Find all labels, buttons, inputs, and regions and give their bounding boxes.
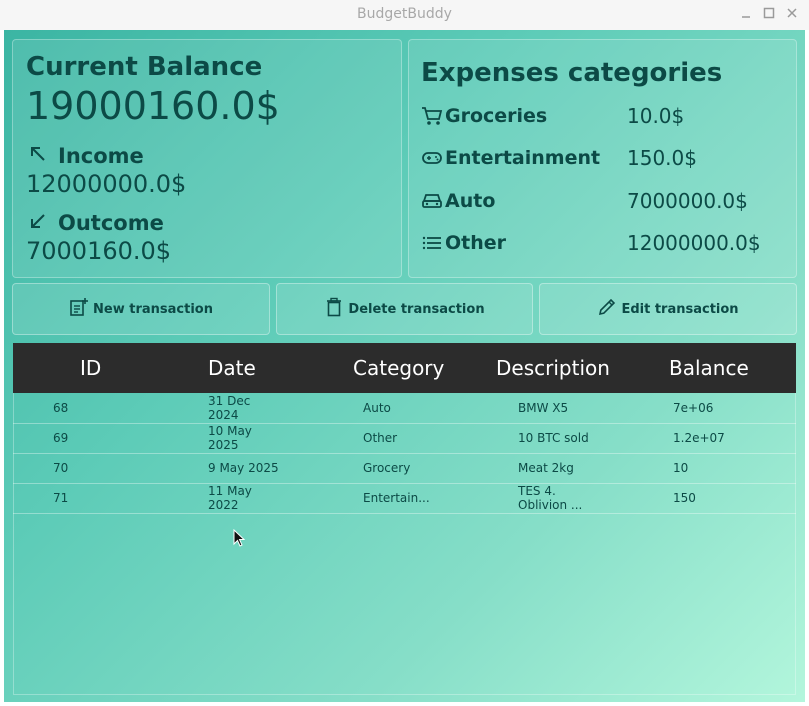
app-window: Current Balance 19000160.0$ Income 12000… <box>4 30 805 702</box>
cell-description: Meat 2kg <box>518 461 574 475</box>
table-row[interactable]: 70 9 May 2025 Grocery Meat 2kg 10 <box>13 453 796 484</box>
trash-icon <box>324 297 348 321</box>
category-value: 150.0$ <box>627 146 697 170</box>
cell-id: 70 <box>53 461 69 475</box>
cell-id: 69 <box>53 431 69 445</box>
category-row-entertainment: Entertainment 150.0$ <box>421 144 697 172</box>
column-header-description[interactable]: Description <box>496 356 610 380</box>
cell-category: Grocery <box>363 461 411 475</box>
title-bar: BudgetBuddy <box>0 0 809 30</box>
category-row-groceries: Groceries 10.0$ <box>421 102 684 130</box>
category-row-auto: Auto 7000000.0$ <box>421 187 748 215</box>
new-transaction-label: New transaction <box>93 301 213 317</box>
mouse-cursor-icon <box>233 528 246 551</box>
cell-category: Auto <box>363 401 391 415</box>
close-icon[interactable] <box>784 6 800 22</box>
gamepad-icon <box>421 147 443 169</box>
category-name: Groceries <box>445 105 548 127</box>
category-value: 10.0$ <box>627 104 685 128</box>
category-value: 12000000.0$ <box>627 231 761 255</box>
income-value: 12000000.0$ <box>26 170 187 198</box>
list-icon <box>421 232 443 254</box>
cell-category: Other <box>363 431 398 445</box>
cell-description: 10 BTC sold <box>518 431 589 445</box>
new-transaction-button[interactable]: New transaction <box>12 283 270 335</box>
cell-id: 71 <box>53 491 69 505</box>
cell-date: 9 May 2025 <box>208 461 279 475</box>
car-icon <box>421 190 443 212</box>
balance-value: 19000160.0$ <box>26 84 280 128</box>
arrow-down-left-icon <box>28 211 48 235</box>
category-value: 7000000.0$ <box>627 189 748 213</box>
table-row[interactable]: 69 10 May 2025 Other 10 BTC sold 1.2e+07 <box>13 423 796 454</box>
cell-date: 11 May 2022 <box>208 484 252 512</box>
category-row-other: Other 12000000.0$ <box>421 229 761 257</box>
column-header-category[interactable]: Category <box>353 356 444 380</box>
cell-balance: 150 <box>673 491 696 505</box>
income-label: Income <box>58 144 144 168</box>
balance-title: Current Balance <box>26 52 263 82</box>
cart-icon <box>421 105 443 127</box>
category-name: Entertainment <box>445 147 601 169</box>
outcome-label: Outcome <box>58 211 164 235</box>
edit-transaction-label: Edit transaction <box>621 301 739 317</box>
column-header-id[interactable]: ID <box>80 356 101 380</box>
cell-id: 68 <box>53 401 69 415</box>
cell-balance: 7e+06 <box>673 401 714 415</box>
delete-transaction-button[interactable]: Delete transaction <box>276 283 533 335</box>
cell-balance: 1.2e+07 <box>673 431 725 445</box>
delete-transaction-label: Delete transaction <box>348 301 485 317</box>
table-header: ID Date Category Description Balance <box>13 343 796 393</box>
category-name: Auto <box>445 190 496 212</box>
cell-date: 10 May 2025 <box>208 424 252 452</box>
cell-description: BMW X5 <box>518 401 569 415</box>
cell-description: TES 4. Oblivion ... <box>518 484 583 512</box>
table-row[interactable]: 71 11 May 2022 Entertain... TES 4. Oblivio… <box>13 483 796 514</box>
arrow-up-left-icon <box>28 144 48 168</box>
balance-card: Current Balance 19000160.0$ Income 12000… <box>12 39 402 278</box>
pencil-icon <box>597 297 621 321</box>
outcome-row: Outcome <box>28 211 164 235</box>
categories-card: Expenses categories Groceries 10.0$ Ente… <box>408 39 797 278</box>
categories-title: Expenses categories <box>421 58 723 88</box>
cell-balance: 10 <box>673 461 689 475</box>
cell-date: 31 Dec 2024 <box>208 394 251 422</box>
category-name: Other <box>445 232 507 254</box>
cell-category: Entertain... <box>363 491 430 505</box>
note-add-icon <box>69 297 93 321</box>
column-header-balance[interactable]: Balance <box>669 356 749 380</box>
column-header-date[interactable]: Date <box>208 356 256 380</box>
edit-transaction-button[interactable]: Edit transaction <box>539 283 797 335</box>
minimize-icon[interactable] <box>738 6 754 22</box>
maximize-icon[interactable] <box>761 6 777 22</box>
income-row: Income <box>28 144 144 168</box>
outcome-value: 7000160.0$ <box>26 237 172 265</box>
table-row[interactable]: 68 31 Dec 2024 Auto BMW X5 7e+06 <box>13 393 796 424</box>
window-title: BudgetBuddy <box>357 6 452 22</box>
